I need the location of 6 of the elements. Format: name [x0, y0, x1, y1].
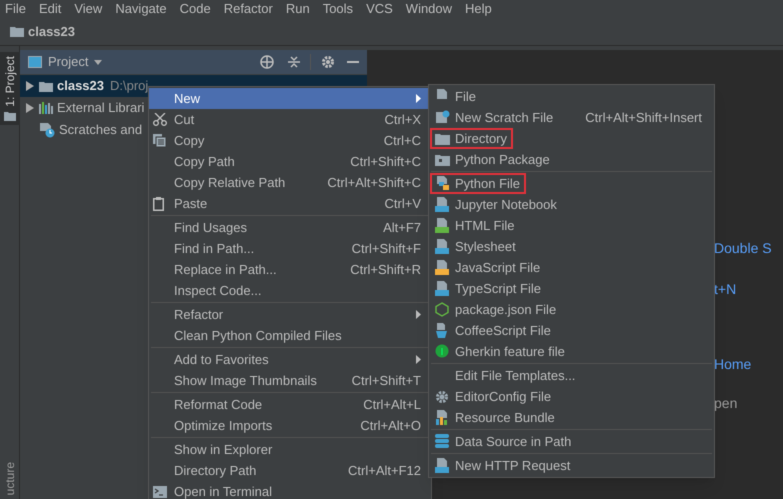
- shortcut-text: Ctrl+Alt+Shift+Insert: [585, 108, 702, 127]
- shortcut-hint: Double S: [714, 239, 773, 258]
- shortcut-hint: t+N: [714, 280, 738, 299]
- hint-text: pen: [714, 394, 738, 413]
- path-text: D:\proj: [110, 77, 148, 96]
- shortcut-hint: Home: [714, 355, 752, 374]
